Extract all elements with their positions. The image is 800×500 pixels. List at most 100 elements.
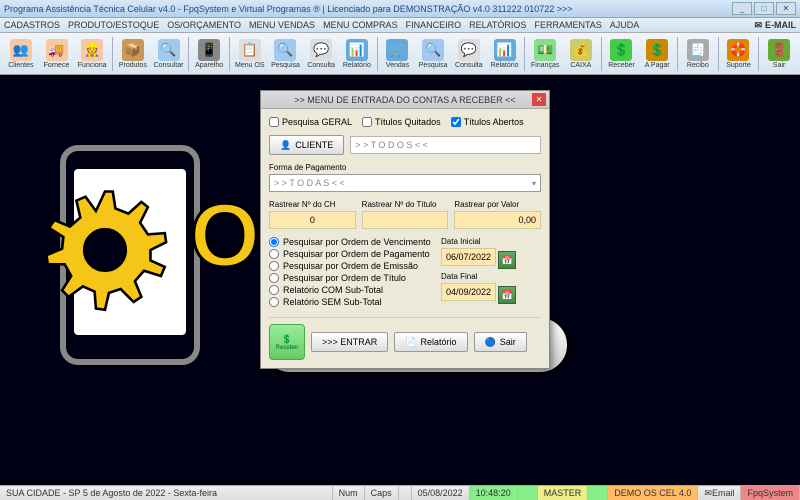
radio-2[interactable]: Pesquisar por Ordem de Emissão [269, 261, 433, 271]
sair-icon: 🚪 [768, 39, 790, 61]
produtos-icon: 📦 [122, 39, 144, 61]
toolbar-finanças[interactable]: 💵Finanças [528, 35, 562, 73]
consulta-icon: 💬 [458, 39, 480, 61]
toolbar-aparelho[interactable]: 📱Aparelho [192, 35, 226, 73]
radio-5[interactable]: Relatório SEM Sub-Total [269, 297, 433, 307]
menu-vendas[interactable]: MENU VENDAS [249, 20, 315, 30]
status-location: SUA CIDADE - SP 5 de Agosto de 2022 - Se… [0, 486, 333, 500]
toolbar-consultar[interactable]: 🔍Consultar [152, 35, 186, 73]
minimize-button[interactable]: _ [732, 2, 752, 15]
pesquisa-icon: 🔍 [274, 39, 296, 61]
finanças-icon: 💵 [534, 39, 556, 61]
toolbar-clientes[interactable]: 👥Clientes [4, 35, 38, 73]
menu-cadastros[interactable]: CADASTROS [4, 20, 60, 30]
a pagar-icon: 💲 [646, 39, 668, 61]
menu os-icon: 📋 [239, 39, 261, 61]
receber-icon: 💲 [610, 39, 632, 61]
funciona-icon: 👷 [81, 39, 103, 61]
data-final-label: Data Final [441, 272, 541, 281]
toolbar-consulta[interactable]: 💬Consulta [452, 35, 486, 73]
checkbox-quitados[interactable]: Títulos Quitados [362, 117, 441, 127]
receber-button[interactable]: 💲Receber [269, 324, 305, 360]
toolbar-consulta[interactable]: 💬Consulta [304, 35, 338, 73]
track-val-label: Rastrear por Valor [454, 200, 541, 209]
status-master: MASTER [538, 486, 589, 500]
status-fpq[interactable]: FpqSystem [741, 486, 800, 500]
data-inicial-label: Data Inicial [441, 237, 541, 246]
dialog-close-button[interactable]: ✕ [532, 93, 546, 106]
toolbar-vendas[interactable]: 🛒Vendas [381, 35, 415, 73]
maximize-button[interactable]: □ [754, 2, 774, 15]
menu-compras[interactable]: MENU COMPRAS [323, 20, 398, 30]
person-icon: 👤 [280, 140, 291, 151]
relatório-icon: 📊 [346, 39, 368, 61]
gear-icon [40, 185, 170, 315]
data-inicial-field[interactable]: 06/07/2022 [441, 248, 496, 266]
relatório-icon: 📊 [494, 39, 516, 61]
window-title: Programa Assistência Técnica Celular v4.… [4, 4, 573, 14]
status-date: 05/08/2022 [412, 486, 470, 500]
data-final-picker[interactable]: 📅 [498, 286, 516, 304]
caixa-icon: 💰 [570, 39, 592, 61]
receber-dialog: >> MENU DE ENTRADA DO CONTAS A RECEBER <… [260, 90, 550, 369]
menu-produto[interactable]: PRODUTO/ESTOQUE [68, 20, 159, 30]
money-icon: 💲 [281, 334, 292, 345]
data-final-field[interactable]: 04/09/2022 [441, 283, 496, 301]
radio-3[interactable]: Pesquisar por Ordem de Título [269, 273, 433, 283]
toolbar-funciona[interactable]: 👷Funciona [75, 35, 109, 73]
menu-email[interactable]: ✉E-MAIL [754, 20, 796, 31]
toolbar: 👥Clientes🚚Fornece👷Funciona📦Produtos🔍Cons… [0, 33, 800, 75]
toolbar-suporte[interactable]: 🛟Suporte [722, 35, 756, 73]
toolbar-a pagar[interactable]: 💲A Pagar [640, 35, 674, 73]
status-email[interactable]: ✉ Email [698, 486, 741, 500]
toolbar-relatório[interactable]: 📊Relatório [488, 35, 522, 73]
vendas-icon: 🛒 [386, 39, 408, 61]
toolbar-pesquisa[interactable]: 🔍Pesquisa [416, 35, 450, 73]
track-ch-label: Rastrear Nº do CH [269, 200, 356, 209]
recibo-icon: 🧾 [687, 39, 709, 61]
exit-icon: 🔵 [485, 337, 496, 348]
toolbar-caixa[interactable]: 💰CAIXA [564, 35, 598, 73]
cliente-field[interactable]: > > T O D O S < < [350, 136, 541, 154]
relatorio-button[interactable]: 📄Relatório [394, 332, 467, 352]
toolbar-receber[interactable]: 💲Receber [605, 35, 639, 73]
track-tit-field[interactable] [362, 211, 449, 229]
toolbar-recibo[interactable]: 🧾Recibo [681, 35, 715, 73]
checkbox-geral[interactable]: Pesquisa GERAL [269, 117, 352, 127]
status-demo: DEMO OS CEL 4.0 [608, 486, 698, 500]
cliente-button[interactable]: 👤CLIENTE [269, 135, 344, 155]
statusbar: SUA CIDADE - SP 5 de Agosto de 2022 - Se… [0, 485, 800, 500]
radio-4[interactable]: Relatório COM Sub-Total [269, 285, 433, 295]
track-ch-field[interactable]: 0 [269, 211, 356, 229]
menu-os[interactable]: OS/ORÇAMENTO [167, 20, 241, 30]
status-caps: Caps [365, 486, 399, 500]
entrar-button[interactable]: >>> ENTRAR [311, 332, 388, 352]
radio-0[interactable]: Pesquisar por Ordem de Vencimento [269, 237, 433, 247]
checkbox-abertos[interactable]: Títulos Abertos [451, 117, 524, 127]
clientes-icon: 👥 [10, 39, 32, 61]
radio-1[interactable]: Pesquisar por Ordem de Pagamento [269, 249, 433, 259]
consultar-icon: 🔍 [158, 39, 180, 61]
data-inicial-picker[interactable]: 📅 [498, 251, 516, 269]
toolbar-relatório[interactable]: 📊Relatório [340, 35, 374, 73]
close-button[interactable]: ✕ [776, 2, 796, 15]
track-val-field[interactable]: 0,00 [454, 211, 541, 229]
mail-icon: ✉ [754, 20, 762, 31]
toolbar-menu os[interactable]: 📋Menu OS [233, 35, 267, 73]
menu-financeiro[interactable]: FINANCEIRO [406, 20, 462, 30]
sair-button[interactable]: 🔵Sair [474, 332, 527, 352]
menu-relatorios[interactable]: RELATÓRIOS [469, 20, 526, 30]
consulta-icon: 💬 [310, 39, 332, 61]
toolbar-produtos[interactable]: 📦Produtos [116, 35, 150, 73]
toolbar-pesquisa[interactable]: 🔍Pesquisa [269, 35, 303, 73]
track-tit-label: Rastrear Nº do Título [362, 200, 449, 209]
fornece-icon: 🚚 [46, 39, 68, 61]
toolbar-fornece[interactable]: 🚚Fornece [40, 35, 74, 73]
forma-combo[interactable]: > > T O D A S < < [269, 174, 541, 192]
window-titlebar: Programa Assistência Técnica Celular v4.… [0, 0, 800, 18]
menu-ajuda[interactable]: AJUDA [610, 20, 640, 30]
suporte-icon: 🛟 [727, 39, 749, 61]
toolbar-sair[interactable]: 🚪Sair [762, 35, 796, 73]
menu-ferramentas[interactable]: FERRAMENTAS [534, 20, 601, 30]
forma-label: Forma de Pagamento [269, 163, 541, 172]
